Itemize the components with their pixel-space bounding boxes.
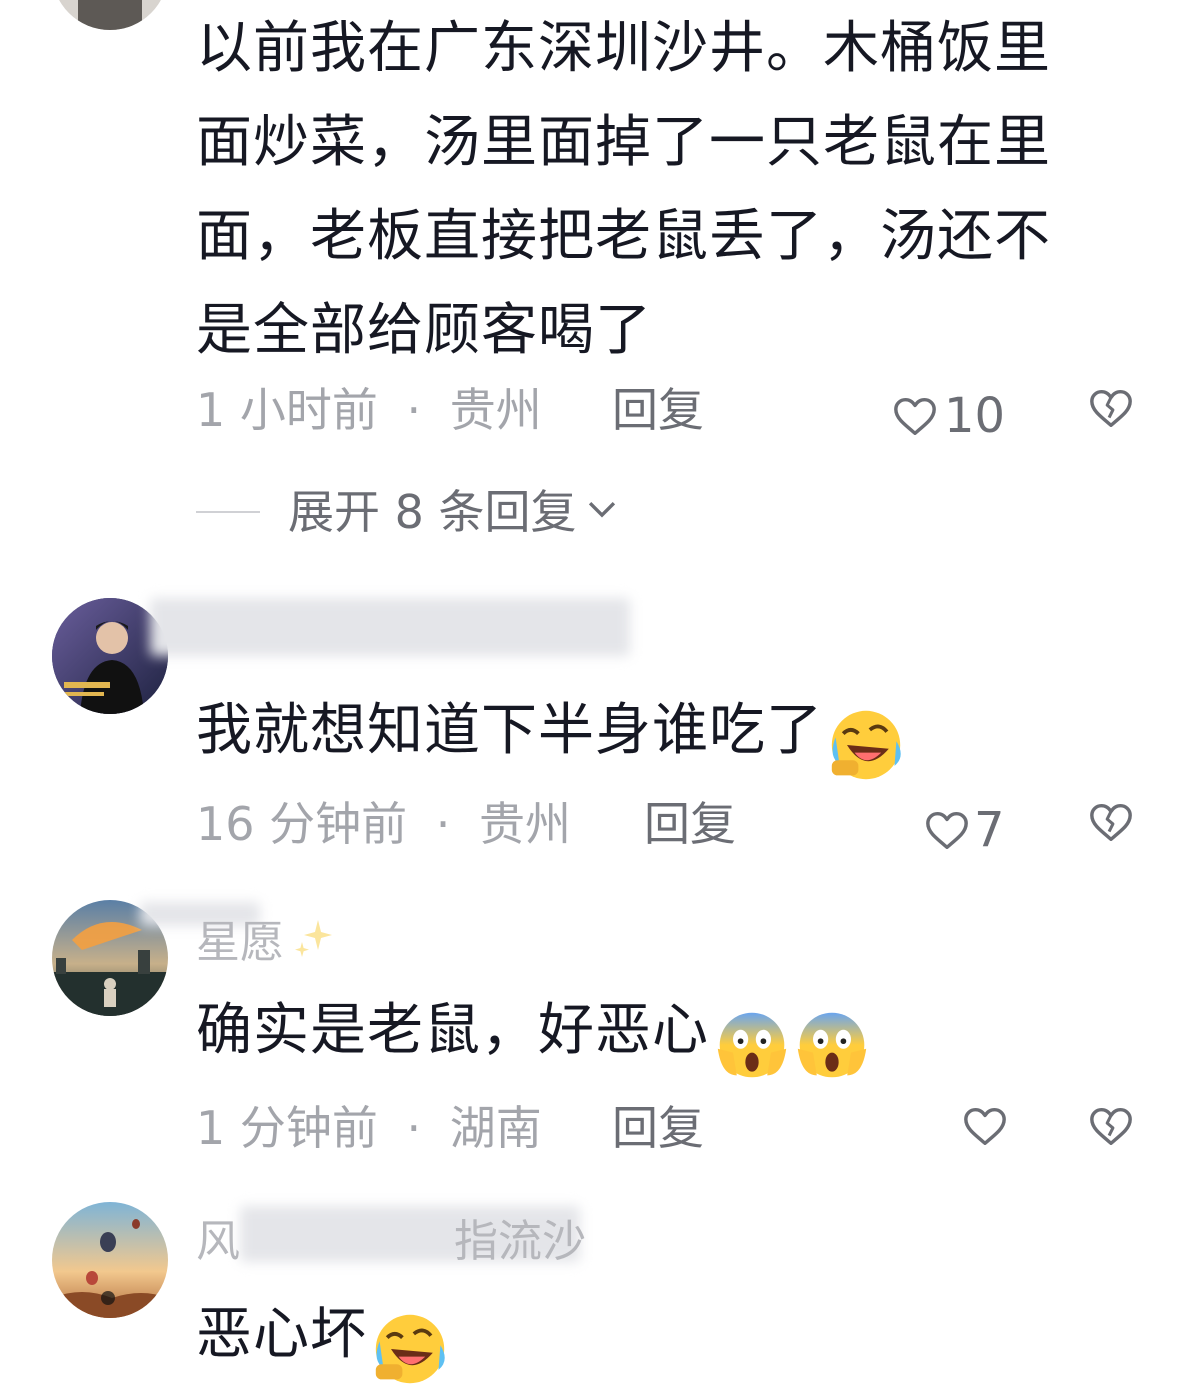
- dislike-button[interactable]: [1088, 386, 1134, 430]
- comment-text-line: 面，老板直接把老鼠丢了，汤还不: [196, 204, 1051, 269]
- dislike-button[interactable]: [1088, 800, 1134, 844]
- separator: ·: [435, 797, 451, 851]
- username-redacted: [150, 598, 630, 656]
- rofl-emoji-icon: [828, 707, 904, 783]
- username[interactable]: 风 指流沙: [196, 1214, 586, 1270]
- expand-replies[interactable]: 展开 8 条回复: [196, 482, 619, 542]
- comment-text: 确实是老鼠，好恶心: [196, 984, 870, 1083]
- comment-meta: 1 小时前 · 贵州: [196, 380, 542, 440]
- sparkles-icon: [290, 914, 338, 976]
- avatar[interactable]: [52, 0, 168, 30]
- comment-time: 16 分钟前: [196, 797, 408, 851]
- comment-meta: 1 分钟前 · 湖南: [196, 1098, 542, 1158]
- heart-icon: [924, 808, 970, 852]
- scream-emoji-icon: [794, 1007, 870, 1083]
- dislike-button[interactable]: [1088, 1104, 1134, 1148]
- username-text: 星愿: [196, 917, 284, 968]
- broken-heart-icon: [1088, 386, 1134, 430]
- scream-emoji-icon: [714, 1007, 790, 1083]
- comment-text-line: 是全部给顾客喝了: [196, 298, 652, 363]
- reply-button[interactable]: 回复: [644, 794, 736, 854]
- comment-location: 贵州: [449, 383, 542, 437]
- comment-location: 湖南: [449, 1101, 542, 1155]
- comment-text-content: 确实是老鼠，好恶心: [196, 998, 709, 1063]
- like-count: 7: [974, 802, 1005, 858]
- comment-location: 贵州: [479, 797, 572, 851]
- comment-meta: 16 分钟前 · 贵州: [196, 794, 571, 854]
- comment-text-line: 面炒菜，汤里面掉了一只老鼠在里: [196, 110, 1051, 175]
- like-count: 10: [944, 388, 1006, 444]
- comment-time: 1 小时前: [196, 383, 378, 437]
- divider-line: [196, 511, 260, 513]
- comment-text-content: 我就想知道下半身谁吃了: [196, 698, 823, 763]
- like-button[interactable]: [962, 1104, 1008, 1148]
- chevron-down-icon: [585, 498, 619, 526]
- heart-icon: [892, 394, 938, 438]
- username-start: 风: [196, 1216, 240, 1267]
- broken-heart-icon: [1088, 1104, 1134, 1148]
- rofl-emoji-icon: [372, 1311, 448, 1387]
- comment-text: 我就想知道下半身谁吃了: [196, 684, 904, 783]
- heart-icon: [962, 1104, 1008, 1148]
- reply-button[interactable]: 回复: [612, 1098, 704, 1158]
- separator: ·: [406, 383, 422, 437]
- username-end: 指流沙: [454, 1216, 586, 1267]
- like-button[interactable]: 7: [924, 800, 1005, 860]
- like-button[interactable]: 10: [892, 386, 1005, 446]
- broken-heart-icon: [1088, 800, 1134, 844]
- avatar[interactable]: [52, 1202, 168, 1318]
- comment-text: 恶心坏: [196, 1288, 448, 1387]
- reply-button[interactable]: 回复: [612, 380, 704, 440]
- comment-text-content: 恶心坏: [196, 1302, 367, 1367]
- comment-text-line: 以前我在广东深圳沙井。木桶饭里: [196, 16, 1051, 81]
- username[interactable]: 星愿: [196, 914, 338, 976]
- expand-replies-label: 展开 8 条回复: [288, 485, 577, 539]
- comment-time: 1 分钟前: [196, 1101, 378, 1155]
- separator: ·: [406, 1101, 422, 1155]
- comment-text: 以前我在广东深圳沙井。木桶饭里 面炒菜，汤里面掉了一只老鼠在里 面，老板直接把老…: [196, 2, 1051, 378]
